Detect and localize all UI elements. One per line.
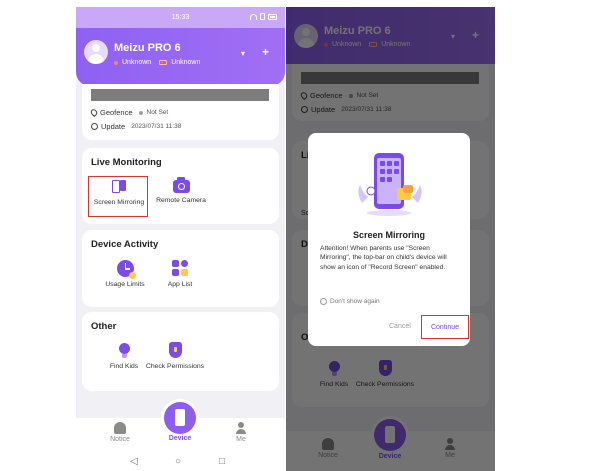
phone-screen-dialog: Meizu PRO 6 Unknown Unknown ▾ + Geofence… [286,7,495,471]
live-monitoring-card: Live Monitoring Screen Mirroring Remote … [82,148,279,224]
camera-icon [172,177,190,193]
device-status-1: Unknown [122,59,152,66]
bell-icon [114,422,126,434]
device-info-card: Geofence Not Set Update 2023/07/31 11:38 [82,84,279,140]
shield-icon [167,342,184,359]
mirroring-illustration [358,153,422,216]
device-name: Meizu PRO 6 [114,42,181,54]
battery-icon [268,13,277,20]
update-value: 2023/07/31 11:38 [131,123,182,130]
dont-show-again-checkbox[interactable]: Don't show again [320,298,380,305]
screen-mirroring-dialog: Screen Mirroring Attention! When parents… [308,133,470,346]
device-status: Unknown Unknown [114,59,200,66]
dialog-title: Screen Mirroring [352,230,426,240]
device-activity-card: Device Activity Usage Limits App List [82,230,279,307]
device-activity-title: Device Activity [91,239,159,250]
geofence-row[interactable]: Geofence Not Set [89,107,169,118]
avatar [84,40,108,64]
continue-label: Continue [430,323,460,331]
dont-show-again-label: Don't show again [330,298,380,305]
location-bar [91,89,269,101]
update-label: Update [101,122,126,131]
highlight-box [88,176,148,217]
back-icon[interactable]: ◁ [130,456,138,467]
nav-device-label[interactable]: Device [160,435,200,442]
stage: 15:33 Meizu PRO 6 Unknown Unknown ▾ + Ge… [0,0,600,471]
app-list-button[interactable]: App List [148,257,212,288]
apps-grid-icon [171,260,189,277]
check-permissions-label: Check Permissions [145,363,205,370]
remote-camera-label: Remote Camera [156,197,206,204]
status-bar: 15:33 [76,7,285,28]
lightbulb-icon [116,342,133,359]
status-dot-icon [114,60,118,65]
device-dropdown-icon[interactable]: ▾ [241,49,245,58]
nav-notice-label: Notice [110,436,130,443]
clock-icon [91,123,98,130]
nav-device-phone-icon[interactable] [164,402,196,434]
remote-camera-button[interactable]: Remote Camera [149,175,213,204]
app-list-label: App List [167,281,193,288]
other-card: Other Find Kids Check Permissions [82,312,279,391]
add-device-button[interactable]: + [262,45,269,59]
check-permissions-button[interactable]: Check Permissions [143,339,207,370]
radio-circle-icon [320,298,327,305]
live-monitoring-title: Live Monitoring [91,157,162,168]
status-icons [250,13,277,20]
home-icon[interactable]: ○ [175,456,181,467]
cancel-button[interactable]: Cancel [389,323,411,330]
update-row: Update 2023/07/31 11:38 [91,122,181,131]
geofence-dot-icon [138,110,143,115]
device-status-2: Unknown [171,59,201,66]
recent-apps-icon[interactable]: □ [219,456,225,467]
location-pin-icon [89,107,99,118]
nav-notice[interactable]: Notice [100,422,140,443]
nav-me-label: Me [236,436,246,443]
dialog-body: Attention! When parents use "Screen Mirr… [320,245,447,271]
device-header[interactable]: Meizu PRO 6 Unknown Unknown ▾ + [76,28,285,86]
nav-me[interactable]: Me [221,422,261,443]
wifi-icon [250,13,257,20]
geofence-label: Geofence [100,108,133,117]
geofence-value: Not Set [146,109,169,116]
system-nav-bar: ◁ ○ □ [76,455,285,471]
continue-button[interactable]: Continue [421,315,469,339]
other-title: Other [91,321,117,332]
battery-status-icon [159,60,168,65]
phone-screen-home: 15:33 Meizu PRO 6 Unknown Unknown ▾ + Ge… [76,7,285,471]
timer-icon [116,260,136,279]
person-icon [235,422,247,434]
bluetooth-icon [260,13,265,20]
